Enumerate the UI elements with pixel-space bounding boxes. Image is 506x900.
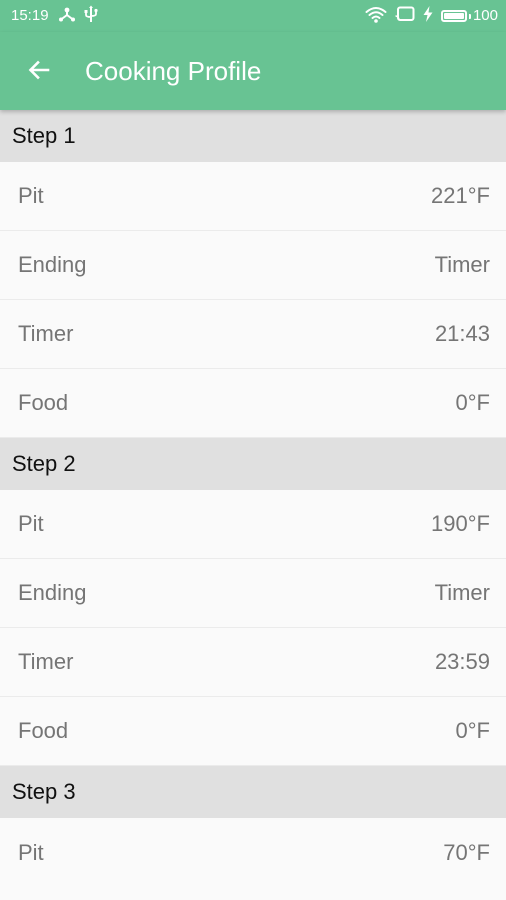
list-item-ending[interactable]: Ending Timer xyxy=(0,231,506,300)
battery-fill xyxy=(443,13,464,19)
step-header: Step 1 xyxy=(0,110,506,162)
arrow-left-icon xyxy=(27,58,51,87)
back-button[interactable] xyxy=(16,49,62,95)
row-label: Timer xyxy=(18,321,74,346)
row-value: 21:43 xyxy=(434,321,490,346)
list-item-pit[interactable]: Pit 221°F xyxy=(0,162,506,231)
battery-icon xyxy=(440,10,467,22)
row-label: Food xyxy=(18,390,69,415)
cooking-profile-list[interactable]: Step 1 Pit 221°F Ending Timer Timer 21:4… xyxy=(0,110,506,900)
row-value: 0°F xyxy=(455,390,490,415)
row-label: Food xyxy=(18,718,69,743)
row-value: 0°F xyxy=(455,718,490,743)
row-label: Ending xyxy=(18,252,87,277)
charging-bolt-icon xyxy=(423,6,433,26)
battery-tip xyxy=(468,13,471,19)
status-bar: 15:19 100 xyxy=(0,0,506,32)
step-header: Step 2 xyxy=(0,438,506,490)
list-item-timer[interactable]: Timer 21:43 xyxy=(0,300,506,369)
row-value: Timer xyxy=(434,252,490,277)
row-label: Timer xyxy=(18,649,74,674)
row-label: Pit xyxy=(18,511,44,536)
list-item-ending[interactable]: Ending Timer xyxy=(0,559,506,628)
usb-connection-icon xyxy=(58,6,76,26)
row-label: Ending xyxy=(18,580,87,605)
list-item-food[interactable]: Food 0°F xyxy=(0,697,506,766)
battery-indicator: 100 xyxy=(440,7,498,25)
row-value: 221°F xyxy=(431,183,490,208)
usb-debug-icon xyxy=(84,5,98,27)
row-value: 190°F xyxy=(431,511,490,536)
wifi-icon xyxy=(365,6,387,27)
row-label: Pit xyxy=(18,839,44,865)
row-label: Pit xyxy=(18,183,44,208)
battery-level: 100 xyxy=(472,7,498,24)
status-right-icons: 100 xyxy=(365,6,498,26)
status-time: 15:19 xyxy=(11,7,49,24)
list-item-pit[interactable]: Pit 190°F xyxy=(0,490,506,559)
app-bar: Cooking Profile xyxy=(0,32,506,110)
page-title: Cooking Profile xyxy=(85,56,262,86)
status-left-icons xyxy=(58,5,98,27)
row-value: 23:59 xyxy=(434,649,490,674)
list-item-food[interactable]: Food 0°F xyxy=(0,369,506,438)
cast-icon xyxy=(395,6,415,26)
step-header: Step 3 xyxy=(0,766,506,818)
row-value: 70°F xyxy=(443,839,490,865)
row-value: Timer xyxy=(434,580,490,605)
list-item-pit[interactable]: Pit 70°F xyxy=(0,818,506,887)
list-item-timer[interactable]: Timer 23:59 xyxy=(0,628,506,697)
